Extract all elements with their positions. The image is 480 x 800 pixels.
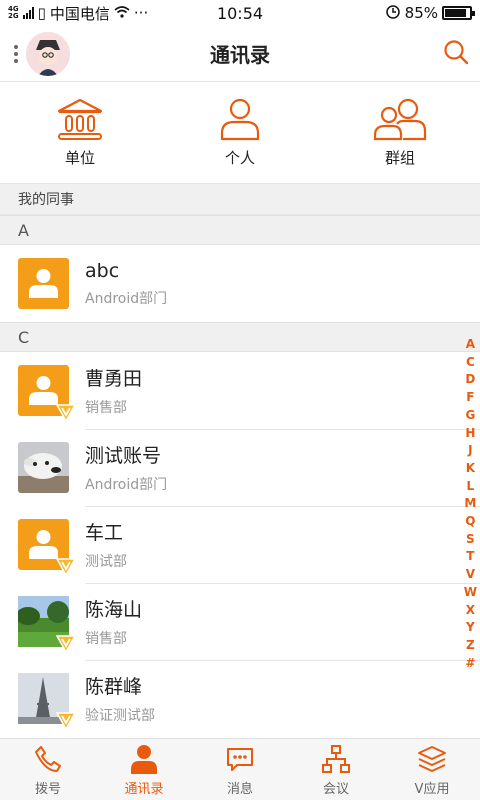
page-title: 通讯录 xyxy=(210,43,270,67)
contact-dept: Android部门 xyxy=(85,290,168,307)
alphabet-letter[interactable]: J xyxy=(468,442,472,460)
alphabet-index[interactable]: A C D F G H J K L M Q S T V W X Y Z # xyxy=(464,336,477,672)
contact-row[interactable]: 陈群峰 验证测试部 xyxy=(0,660,480,737)
alphabet-letter[interactable]: V xyxy=(466,566,475,584)
tab-contacts[interactable]: 通讯录 xyxy=(96,739,192,800)
tab-label: 会议 xyxy=(322,782,349,797)
category-unit[interactable]: 单位 xyxy=(20,97,140,168)
alphabet-letter[interactable]: L xyxy=(467,478,475,496)
contact-name: 陈群峰 xyxy=(85,676,143,698)
alphabet-letter[interactable]: G xyxy=(465,407,475,425)
tab-messages[interactable]: 消息 xyxy=(192,739,288,800)
alphabet-letter[interactable]: A xyxy=(466,336,475,354)
tab-bar: 拨号 通讯录 消息 会议 V应用 xyxy=(0,738,480,800)
network-type: 4G 2G xyxy=(8,5,19,20)
user-avatar[interactable] xyxy=(26,31,70,76)
alphabet-letter[interactable]: S xyxy=(466,531,475,549)
tab-label: 通讯录 xyxy=(124,782,164,797)
wifi-icon xyxy=(114,4,130,22)
search-icon[interactable] xyxy=(442,38,470,70)
contact-row[interactable]: 陈海山 销售部 xyxy=(0,583,480,660)
contact-name: abc xyxy=(85,259,120,282)
contact-dept: 验证测试部 xyxy=(85,708,155,724)
alphabet-letter[interactable]: M xyxy=(464,495,476,513)
apps-icon xyxy=(418,746,446,772)
default-avatar-icon xyxy=(18,365,77,422)
status-bar: 4G 2G ▯ 中国电信 ··· 10:54 85% xyxy=(0,0,480,26)
section-letter: A xyxy=(0,215,480,245)
verified-badge-icon xyxy=(55,404,77,422)
carrier: 中国电信 xyxy=(49,4,110,23)
tab-label: V应用 xyxy=(414,782,450,797)
tab-vapps[interactable]: V应用 xyxy=(384,739,480,800)
alphabet-letter[interactable]: Q xyxy=(465,513,475,531)
alphabet-letter[interactable]: Y xyxy=(466,619,475,637)
tab-meeting[interactable]: 会议 xyxy=(288,739,384,800)
header: 通讯录 xyxy=(0,26,480,82)
verified-badge-icon xyxy=(55,558,77,576)
contact-dept: 销售部 xyxy=(85,631,127,647)
contact-name: 陈海山 xyxy=(85,599,143,621)
category-label: 个人 xyxy=(224,149,255,167)
photo-avatar xyxy=(16,596,77,653)
photo-avatar xyxy=(18,673,77,730)
tab-dial[interactable]: 拨号 xyxy=(0,739,96,800)
battery-icon xyxy=(442,6,475,20)
alphabet-letter[interactable]: Z xyxy=(466,637,475,655)
message-icon xyxy=(227,748,253,771)
contacts-icon xyxy=(131,745,157,774)
alphabet-letter[interactable]: W xyxy=(464,584,477,602)
alphabet-letter[interactable]: X xyxy=(466,602,475,620)
category-bar: 单位 个人 群组 xyxy=(0,82,480,184)
phone-icon xyxy=(35,746,61,772)
default-avatar-icon xyxy=(18,258,69,309)
tab-label: 拨号 xyxy=(34,782,61,797)
contact-row[interactable]: 车工 测试部 xyxy=(0,506,480,583)
contact-row[interactable]: 测试账号 Android部门 xyxy=(0,429,480,506)
contact-name: 测试账号 xyxy=(85,445,162,467)
contact-dept: 销售部 xyxy=(85,400,127,416)
alphabet-letter[interactable]: # xyxy=(465,655,475,673)
institution-icon xyxy=(57,98,103,140)
contact-row[interactable]: abc Android部门 xyxy=(0,245,480,322)
verified-badge-icon xyxy=(55,712,77,730)
alphabet-letter[interactable]: K xyxy=(466,460,475,478)
contact-row[interactable]: 曹勇田 销售部 xyxy=(0,352,480,429)
battery-percent: 85% xyxy=(404,4,438,22)
contact-dept: Android部门 xyxy=(85,477,168,493)
alphabet-letter[interactable]: F xyxy=(466,389,474,407)
category-group[interactable]: 群组 xyxy=(340,97,460,168)
alphabet-letter[interactable]: H xyxy=(465,425,475,443)
group-icon xyxy=(373,98,427,141)
more-icon: ··· xyxy=(133,4,149,22)
signal-icon xyxy=(22,7,34,19)
photo-avatar xyxy=(18,442,69,493)
section-my-colleagues: 我的同事 xyxy=(0,184,480,215)
verified-badge-icon xyxy=(55,635,77,653)
section-letter: C xyxy=(0,322,480,352)
contact-name: 车工 xyxy=(85,522,124,544)
contact-dept: 测试部 xyxy=(85,554,127,570)
meeting-icon xyxy=(322,745,350,773)
sim-icon: ▯ xyxy=(37,4,46,22)
alphabet-letter[interactable]: C xyxy=(466,354,475,372)
default-avatar-icon xyxy=(18,519,77,576)
category-label: 群组 xyxy=(384,149,415,167)
alphabet-letter[interactable]: T xyxy=(466,548,474,566)
category-personal[interactable]: 个人 xyxy=(180,97,300,168)
tab-label: 消息 xyxy=(226,782,253,797)
alphabet-letter[interactable]: D xyxy=(465,371,475,389)
category-label: 单位 xyxy=(64,149,95,167)
alarm-icon xyxy=(385,3,401,23)
person-icon xyxy=(220,98,260,141)
contact-name: 曹勇田 xyxy=(85,368,143,390)
menu-dots-icon[interactable] xyxy=(14,44,18,63)
